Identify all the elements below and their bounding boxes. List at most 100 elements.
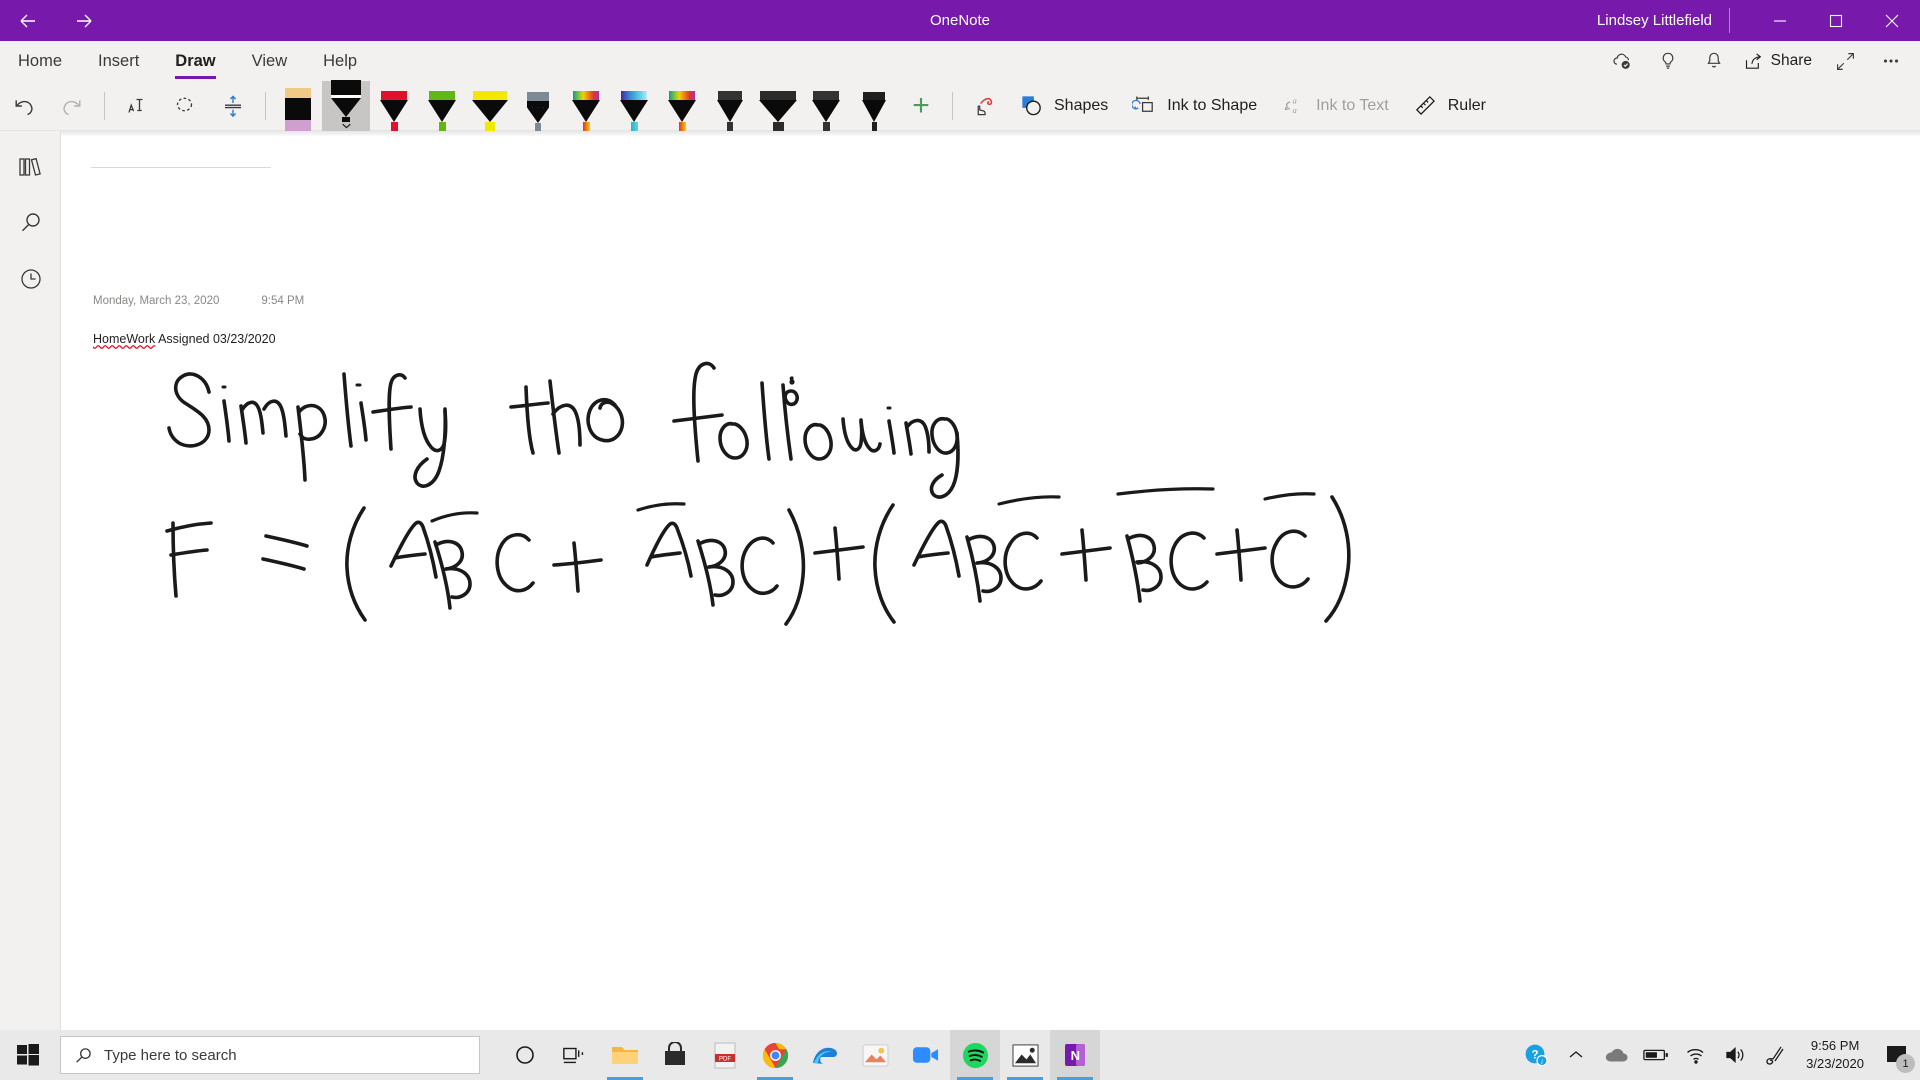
ruler-button[interactable]: Ruler bbox=[1401, 83, 1498, 129]
pen-rainbow-warm[interactable] bbox=[562, 81, 610, 131]
tab-help[interactable]: Help bbox=[305, 41, 375, 81]
pen-eraser[interactable] bbox=[322, 80, 370, 131]
svg-text:i: i bbox=[1541, 1058, 1543, 1066]
toolbar-divider-3 bbox=[952, 91, 953, 120]
help-support-icon[interactable]: ? i bbox=[1516, 1030, 1556, 1080]
lasso-select-icon[interactable] bbox=[161, 83, 209, 129]
pen-black-fine[interactable] bbox=[850, 81, 898, 131]
notifications-bell-icon[interactable] bbox=[1691, 41, 1737, 81]
cortana-icon[interactable] bbox=[500, 1030, 550, 1080]
onenote-icon[interactable]: N bbox=[1050, 1030, 1100, 1080]
show-hidden-icons-chevron[interactable] bbox=[1556, 1030, 1596, 1080]
edge-icon[interactable] bbox=[800, 1030, 850, 1080]
page-date: Monday, March 23, 2020 bbox=[93, 295, 220, 307]
search-icon bbox=[76, 1047, 91, 1063]
full-screen-icon[interactable] bbox=[1822, 41, 1868, 81]
taskbar-app-list: PDF N bbox=[500, 1030, 1100, 1080]
pen-red[interactable] bbox=[370, 81, 418, 131]
share-label: Share bbox=[1770, 52, 1812, 69]
draw-toolbar: + Shapes Ink to Shape a a Ink to Text Ru… bbox=[0, 80, 1920, 131]
ribbon-right-group: Share bbox=[1599, 41, 1914, 81]
battery-icon[interactable] bbox=[1636, 1030, 1676, 1080]
toolbar-divider-1 bbox=[104, 91, 105, 120]
volume-icon[interactable] bbox=[1716, 1030, 1756, 1080]
microsoft-store-icon[interactable] bbox=[650, 1030, 700, 1080]
pen-highlighter-black-wide[interactable] bbox=[754, 81, 802, 131]
svg-text:a: a bbox=[1293, 96, 1297, 106]
ink-to-text-pen-icon[interactable] bbox=[113, 83, 161, 129]
assigned-rest-text: Assigned 03/23/2020 bbox=[155, 332, 276, 346]
system-tray: ? i 9:56 PM 3/23/2020 1 bbox=[1516, 1030, 1920, 1080]
sync-status-icon[interactable] bbox=[1599, 41, 1645, 81]
shapes-button[interactable]: Shapes bbox=[1007, 83, 1120, 129]
back-button[interactable] bbox=[0, 0, 56, 41]
shapes-label: Shapes bbox=[1054, 96, 1109, 114]
pen-highlighter-tan[interactable] bbox=[274, 81, 322, 131]
undo-button[interactable] bbox=[0, 83, 48, 129]
page-top-shadow bbox=[61, 131, 1920, 137]
task-view-icon[interactable] bbox=[550, 1030, 600, 1080]
ink-to-text-button[interactable]: a a Ink to Text bbox=[1269, 83, 1401, 129]
taskbar-clock[interactable]: 9:56 PM 3/23/2020 bbox=[1796, 1030, 1874, 1080]
add-pen-button[interactable]: + bbox=[898, 83, 944, 129]
pen-pencil-gray[interactable] bbox=[514, 81, 562, 131]
clock-time: 9:56 PM bbox=[1810, 1038, 1860, 1054]
start-button[interactable] bbox=[0, 1030, 56, 1080]
taskbar-search-input[interactable]: Type here to search bbox=[60, 1036, 480, 1074]
svg-text:N: N bbox=[1071, 1048, 1080, 1063]
notebooks-icon[interactable] bbox=[0, 139, 61, 195]
pen-rainbow-cool[interactable] bbox=[610, 81, 658, 131]
video-player-icon[interactable] bbox=[1000, 1030, 1050, 1080]
left-rail bbox=[0, 131, 61, 1030]
toolbar-divider-2 bbox=[265, 91, 266, 120]
svg-text:a: a bbox=[1293, 105, 1297, 115]
redo-button[interactable] bbox=[48, 83, 96, 129]
tab-view[interactable]: View bbox=[234, 41, 305, 81]
pen-black-thin[interactable] bbox=[706, 81, 754, 131]
pen-highlighter-yellow[interactable] bbox=[466, 81, 514, 131]
search-icon[interactable] bbox=[0, 195, 61, 251]
pdf-reader-icon[interactable]: PDF bbox=[700, 1030, 750, 1080]
clock-date: 3/23/2020 bbox=[1806, 1056, 1864, 1071]
insert-space-icon[interactable] bbox=[209, 83, 257, 129]
ruler-label: Ruler bbox=[1447, 96, 1486, 114]
file-explorer-icon[interactable] bbox=[600, 1030, 650, 1080]
wifi-icon[interactable] bbox=[1676, 1030, 1716, 1080]
ink-to-text-label: Ink to Text bbox=[1316, 96, 1389, 114]
tab-home[interactable]: Home bbox=[0, 41, 80, 81]
action-center-button[interactable]: 1 bbox=[1874, 1030, 1920, 1080]
account-name[interactable]: Lindsey Littlefield bbox=[1597, 0, 1712, 41]
ink-to-shape-label: Ink to Shape bbox=[1167, 96, 1258, 114]
more-options-icon[interactable] bbox=[1868, 41, 1914, 81]
onenote-window: OneNote Lindsey Littlefield Home Insert … bbox=[0, 0, 1920, 1080]
page-time: 9:54 PM bbox=[261, 295, 305, 307]
share-button[interactable]: Share bbox=[1737, 41, 1822, 81]
ribbon-tabs: Home Insert Draw View Help Share bbox=[0, 41, 1920, 81]
pen-black-medium[interactable] bbox=[802, 81, 850, 131]
assigned-note-text[interactable]: HomeWork Assigned 03/23/2020 bbox=[93, 332, 276, 346]
pen-rainbow-warm-2[interactable] bbox=[658, 81, 706, 131]
zoom-icon[interactable] bbox=[900, 1030, 950, 1080]
photos-icon[interactable] bbox=[850, 1030, 900, 1080]
maximize-button[interactable] bbox=[1808, 0, 1864, 41]
ink-strokes bbox=[165, 361, 1351, 626]
titlebar-divider bbox=[1729, 8, 1730, 33]
forward-button[interactable] bbox=[56, 0, 112, 41]
tab-insert[interactable]: Insert bbox=[80, 41, 157, 81]
pen-green[interactable] bbox=[418, 81, 466, 131]
ink-to-shape-button[interactable]: Ink to Shape bbox=[1120, 83, 1269, 129]
note-page-canvas[interactable]: Monday, March 23, 2020 9:54 PM HomeWork … bbox=[61, 131, 1920, 1030]
google-chrome-icon[interactable] bbox=[750, 1030, 800, 1080]
tell-me-icon[interactable] bbox=[1645, 41, 1691, 81]
close-button[interactable] bbox=[1864, 0, 1920, 41]
pen-gallery bbox=[274, 80, 898, 131]
onedrive-cloud-icon[interactable] bbox=[1596, 1030, 1636, 1080]
windows-taskbar: Type here to search PDF N ? i 9:56 PM 3/… bbox=[0, 1030, 1920, 1080]
svg-text:PDF: PDF bbox=[719, 1056, 731, 1062]
spotify-icon[interactable] bbox=[950, 1030, 1000, 1080]
recent-notes-icon[interactable] bbox=[0, 251, 61, 307]
tab-draw[interactable]: Draw bbox=[157, 41, 233, 81]
minimize-button[interactable] bbox=[1752, 0, 1808, 41]
ink-replay-icon[interactable] bbox=[961, 83, 1007, 129]
pen-workspace-icon[interactable] bbox=[1756, 1030, 1796, 1080]
